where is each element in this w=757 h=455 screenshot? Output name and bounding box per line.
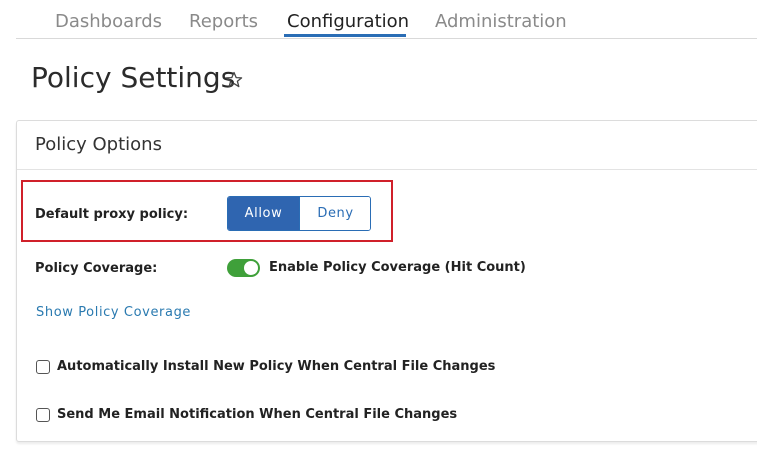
- proxy-policy-segmented-control: Allow Deny: [227, 196, 371, 231]
- top-nav: Dashboards Reports Configuration Adminis…: [16, 0, 757, 39]
- active-tab-indicator: [284, 34, 406, 37]
- deny-button[interactable]: Deny: [299, 197, 370, 230]
- policy-coverage-label: Policy Coverage:: [35, 261, 158, 276]
- tab-dashboards[interactable]: Dashboards: [55, 10, 162, 34]
- allow-button[interactable]: Allow: [228, 197, 299, 230]
- toggle-knob: [244, 261, 258, 275]
- tab-administration[interactable]: Administration: [435, 10, 567, 34]
- tab-configuration[interactable]: Configuration: [287, 10, 409, 34]
- tab-reports[interactable]: Reports: [189, 10, 258, 34]
- auto-install-label: Automatically Install New Policy When Ce…: [57, 359, 496, 374]
- auto-install-checkbox[interactable]: [36, 360, 50, 374]
- proxy-policy-label: Default proxy policy:: [35, 207, 189, 222]
- policy-options-panel: Policy Options: [16, 120, 757, 442]
- policy-coverage-toggle[interactable]: [227, 259, 260, 277]
- policy-coverage-toggle-label: Enable Policy Coverage (Hit Count): [269, 260, 526, 275]
- star-outline-icon[interactable]: [224, 70, 244, 90]
- panel-header: Policy Options: [17, 121, 757, 170]
- show-policy-coverage-link[interactable]: Show Policy Coverage: [36, 305, 191, 320]
- panel-title: Policy Options: [35, 134, 162, 155]
- email-notification-checkbox[interactable]: [36, 408, 50, 422]
- page-title: Policy Settings: [31, 61, 236, 94]
- email-notification-label: Send Me Email Notification When Central …: [57, 407, 458, 422]
